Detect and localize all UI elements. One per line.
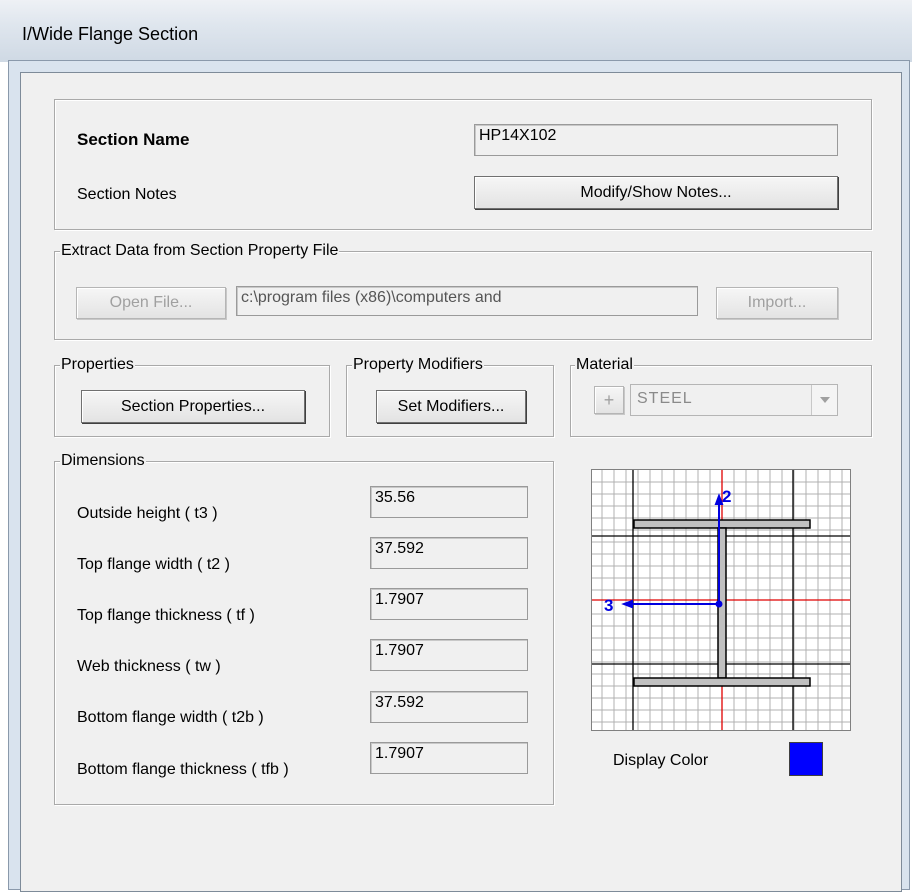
dimensions-legend: Dimensions [60, 452, 146, 470]
top-flange-thickness-input[interactable]: 1.7907 [370, 588, 528, 620]
section-group [54, 99, 872, 230]
bottom-flange-width-input[interactable]: 37.592 [370, 691, 528, 723]
display-color-label: Display Color [613, 752, 709, 769]
top-flange-width-input[interactable]: 37.592 [370, 537, 528, 569]
section-properties-button[interactable]: Section Properties... [81, 390, 305, 423]
bottom-flange-width-label: Bottom flange width ( t2b ) [77, 709, 264, 726]
bottom-flange-thickness-label: Bottom flange thickness ( tfb ) [77, 761, 289, 778]
axis-3-label: 3 [604, 596, 613, 615]
material-legend: Material [575, 356, 634, 374]
property-file-path[interactable]: c:\program files (x86)\computers and [236, 286, 698, 316]
chevron-down-icon[interactable] [811, 385, 837, 415]
material-select[interactable]: STEEL [630, 384, 838, 416]
import-button[interactable]: Import... [716, 287, 838, 319]
section-name-label: Section Name [77, 130, 190, 149]
window-title: I/Wide Flange Section [22, 24, 199, 44]
section-preview: 2 3 [591, 469, 851, 731]
material-select-value: STEEL [637, 390, 693, 407]
properties-legend: Properties [60, 356, 135, 374]
web-thickness-input[interactable]: 1.7907 [370, 639, 528, 671]
set-modifiers-button[interactable]: Set Modifiers... [376, 390, 526, 423]
add-material-button[interactable]: + [594, 386, 624, 414]
section-name-input[interactable]: HP14X102 [474, 124, 838, 156]
open-file-button[interactable]: Open File... [76, 287, 226, 319]
modify-notes-button[interactable]: Modify/Show Notes... [474, 176, 838, 209]
top-flange-thickness-label: Top flange thickness ( tf ) [77, 607, 255, 624]
modifiers-legend: Property Modifiers [352, 356, 484, 374]
display-color-swatch[interactable] [789, 742, 823, 776]
top-flange-width-label: Top flange width ( t2 ) [77, 556, 230, 573]
section-notes-label: Section Notes [77, 186, 177, 203]
outside-height-label: Outside height ( t3 ) [77, 505, 218, 522]
extract-legend: Extract Data from Section Property File [60, 242, 340, 260]
section-preview-drawing: 2 3 [592, 470, 850, 730]
bottom-flange-thickness-input[interactable]: 1.7907 [370, 742, 528, 774]
axis-2-label: 2 [722, 487, 731, 506]
outside-height-input[interactable]: 35.56 [370, 486, 528, 518]
web-thickness-label: Web thickness ( tw ) [77, 658, 221, 675]
